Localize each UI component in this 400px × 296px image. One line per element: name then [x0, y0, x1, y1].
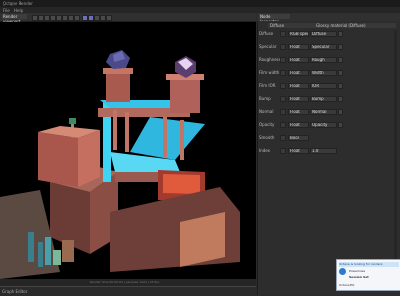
param-checkbox[interactable]: [280, 122, 286, 128]
garden-pillar: [45, 237, 51, 265]
param-value[interactable]: Width: [310, 70, 337, 76]
material-label: Diffuse: [270, 23, 285, 28]
garden-pillar: [38, 242, 43, 267]
inspector-header: Node Inspector: [257, 13, 400, 24]
param-value[interactable]: 1.0: [310, 148, 337, 154]
param-value[interactable]: Opacity: [310, 122, 337, 128]
param-label: Index: [259, 148, 271, 153]
param-value[interactable]: Normal: [310, 109, 337, 115]
param-mode[interactable]: Bool: [288, 135, 309, 141]
param-checkbox[interactable]: [280, 83, 286, 89]
viewport-toolbar: Render viewport: [0, 13, 256, 24]
param-checkbox[interactable]: [280, 135, 286, 141]
pillar: [180, 120, 184, 160]
chevron-down-icon[interactable]: [338, 96, 343, 102]
param-row: Normal Float Normal: [258, 109, 400, 115]
param-row: Smooth Bool: [258, 135, 400, 141]
window-titlebar: Octane Render _ □ ×: [0, 0, 400, 7]
param-label: Film width: [259, 70, 280, 75]
tower-left: [106, 72, 130, 102]
material-header: Diffuse Glossy material (Diffuse): [268, 23, 396, 28]
param-row: Film IOR Float IOR: [258, 83, 400, 89]
tab-render-viewport[interactable]: Render viewport: [2, 14, 27, 24]
notification-icon: [339, 268, 346, 275]
pillar: [113, 110, 117, 150]
param-label: Normal: [259, 109, 274, 114]
param-value[interactable]: Diffuse: [310, 31, 337, 37]
param-mode[interactable]: Float: [288, 70, 309, 76]
param-row: Opacity Float Opacity: [258, 122, 400, 128]
param-checkbox[interactable]: [280, 31, 286, 37]
param-mode[interactable]: Float: [288, 96, 309, 102]
param-mode[interactable]: Float: [288, 57, 309, 63]
notification-line2: Session Set: [349, 275, 369, 279]
param-row: Bump Float Bump: [258, 96, 400, 102]
param-row: Film width Float Width: [258, 70, 400, 76]
notification-line3: OctaneHQ: [339, 283, 355, 287]
tower-left-cap: [103, 68, 133, 74]
chevron-down-icon[interactable]: [338, 70, 343, 76]
status-bar: Render time 00:00:04 | samples 1024 | 23…: [0, 279, 256, 286]
pillar: [163, 117, 167, 157]
param-checkbox[interactable]: [280, 109, 286, 115]
tower-right: [170, 78, 200, 113]
param-checkbox[interactable]: [280, 44, 286, 50]
water-channel-middle: [130, 117, 205, 160]
garden-pillar: [28, 232, 34, 262]
garden-bush: [53, 250, 61, 265]
lamp-head: [69, 118, 76, 124]
render-viewport[interactable]: [0, 22, 256, 279]
red-box-inset: [163, 174, 200, 194]
param-label: Opacity: [259, 122, 275, 127]
param-value[interactable]: Specular: [310, 44, 337, 50]
param-row: Index Float 1.0: [258, 148, 400, 154]
param-label: Smooth: [259, 135, 275, 140]
param-mode[interactable]: Float: [288, 122, 309, 128]
param-checkbox[interactable]: [280, 70, 286, 76]
param-checkbox[interactable]: [280, 148, 286, 154]
param-label: Film IOR: [259, 83, 276, 88]
param-mode[interactable]: Float: [288, 83, 309, 89]
tab-node-inspector[interactable]: Node Inspector: [259, 14, 290, 24]
pillar: [125, 112, 129, 152]
param-mode[interactable]: Float: [288, 148, 309, 154]
param-row: Roughness Float Rough: [258, 57, 400, 63]
chevron-down-icon[interactable]: [338, 109, 343, 115]
param-value[interactable]: Rough: [310, 57, 337, 63]
param-checkbox[interactable]: [280, 57, 286, 63]
notification-line1: Powerlines: [349, 269, 366, 273]
param-mode[interactable]: Float: [288, 109, 309, 115]
render-image: [0, 50, 240, 279]
node-inspector-panel: Diffuse Glossy material (Diffuse) Diffus…: [257, 21, 400, 295]
region-icon[interactable]: [106, 15, 112, 21]
chevron-down-icon[interactable]: [338, 31, 343, 37]
param-row: Diffuse RGB spectrum Diffuse: [258, 31, 400, 37]
garden-wall: [62, 240, 74, 262]
notification-banner: Octane is looking for renders: [339, 262, 399, 267]
param-label: Roughness: [259, 57, 281, 62]
param-label: Diffuse: [259, 31, 274, 36]
tab-graph-editor[interactable]: Graph Editor: [2, 289, 27, 294]
param-mode[interactable]: RGB spectrum: [288, 31, 309, 37]
param-label: Bump: [259, 96, 271, 101]
chevron-down-icon[interactable]: [338, 122, 343, 128]
notification-popup[interactable]: Octane is looking for renders Powerlines…: [336, 259, 400, 291]
param-mode[interactable]: Float: [288, 44, 309, 50]
inspector-scrollbar[interactable]: [394, 30, 397, 270]
chevron-down-icon[interactable]: [338, 57, 343, 63]
param-value[interactable]: Bump: [310, 96, 337, 102]
status-text: Render time 00:00:04 | samples 1024 | 23…: [90, 280, 160, 284]
window-controls[interactable]: _ □ ×: [3, 1, 397, 6]
left-building-side: [78, 130, 100, 187]
material-type[interactable]: Glossy material (Diffuse): [316, 23, 366, 28]
chevron-down-icon[interactable]: [338, 83, 343, 89]
picker-icon[interactable]: [74, 15, 80, 21]
left-building-front: [38, 132, 78, 187]
param-value[interactable]: IOR: [310, 83, 337, 89]
param-row: Specular Float Specular: [258, 44, 400, 50]
chevron-down-icon[interactable]: [338, 44, 343, 50]
param-checkbox[interactable]: [280, 96, 286, 102]
param-label: Specular: [259, 44, 277, 49]
